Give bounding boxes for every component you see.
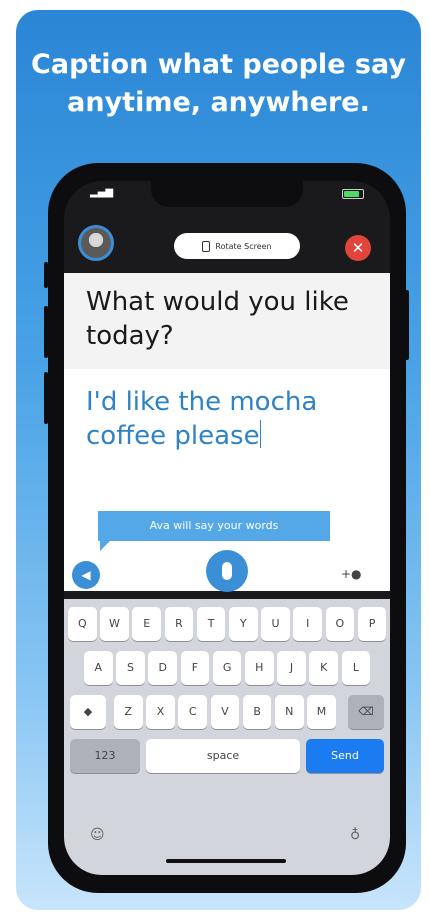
- key-i[interactable]: I: [293, 607, 322, 641]
- backspace-icon[interactable]: ⌫: [348, 695, 384, 729]
- numbers-key[interactable]: 123: [70, 739, 140, 773]
- phone-mute-switch: [44, 262, 48, 288]
- key-s[interactable]: S: [116, 651, 145, 685]
- add-user-icon[interactable]: +●: [341, 567, 362, 583]
- key-c[interactable]: C: [178, 695, 207, 729]
- phone-power-button: [405, 290, 409, 360]
- headline-line-2: anytime, anywhere.: [67, 87, 370, 118]
- notch: [151, 181, 303, 207]
- emoji-icon[interactable]: ☺: [90, 827, 105, 843]
- rotate-screen-label: Rotate Screen: [215, 241, 272, 251]
- shift-icon[interactable]: ◆: [70, 695, 106, 729]
- key-b[interactable]: B: [242, 695, 272, 729]
- headline-line-1: Caption what people say: [31, 49, 406, 80]
- speaker-icon[interactable]: ◀: [72, 561, 100, 589]
- key-u[interactable]: U: [261, 607, 290, 641]
- key-f[interactable]: F: [180, 651, 210, 685]
- microphone-icon: [222, 562, 232, 580]
- key-d[interactable]: D: [148, 651, 177, 685]
- microphone-icon[interactable]: ♁: [350, 827, 360, 843]
- key-j[interactable]: J: [277, 651, 306, 685]
- reply-input[interactable]: I'd like the mocha coffee please: [86, 385, 381, 453]
- keyboard-row-1: QWERTYUIOP: [64, 607, 390, 641]
- key-g[interactable]: G: [212, 651, 242, 685]
- reply-text: I'd like the mocha coffee please: [86, 387, 318, 451]
- key-a[interactable]: A: [84, 651, 113, 685]
- avatar[interactable]: [78, 225, 114, 261]
- key-p[interactable]: P: [357, 607, 387, 641]
- key-h[interactable]: H: [245, 651, 274, 685]
- keyboard-row-2: ASDFGHJKL: [64, 651, 390, 685]
- key-e[interactable]: E: [132, 607, 161, 641]
- rotate-icon: [202, 240, 211, 252]
- key-q[interactable]: Q: [68, 607, 97, 641]
- tooltip: Ava will say your words: [98, 511, 330, 551]
- key-t[interactable]: T: [196, 607, 226, 641]
- home-indicator: [166, 859, 286, 863]
- key-o[interactable]: O: [325, 607, 355, 641]
- close-button[interactable]: ✕: [345, 235, 371, 261]
- signal-icon: ▂▄▆: [90, 187, 114, 198]
- space-key[interactable]: space: [146, 739, 300, 773]
- headline: Caption what people say anytime, anywher…: [16, 46, 421, 122]
- text-caret: [259, 420, 262, 448]
- rotate-screen-button[interactable]: Rotate Screen: [174, 233, 300, 259]
- keyboard-row-3: ◆ ⌫ ZXCVBNM: [64, 695, 390, 729]
- key-k[interactable]: K: [309, 651, 338, 685]
- key-y[interactable]: Y: [229, 607, 258, 641]
- key-v[interactable]: V: [210, 695, 240, 729]
- key-x[interactable]: X: [146, 695, 175, 729]
- phone-volume-up: [44, 306, 48, 358]
- key-n[interactable]: N: [275, 695, 304, 729]
- caption-question-text: What would you like today?: [86, 287, 349, 351]
- battery-icon: [342, 189, 364, 199]
- phone-screen: ▂▄▆ Rotate Screen ✕ What would you like …: [64, 181, 390, 875]
- key-l[interactable]: L: [341, 651, 371, 685]
- caption-question-area: What would you like today?: [64, 273, 390, 369]
- key-m[interactable]: M: [307, 695, 336, 729]
- microphone-button[interactable]: [206, 550, 248, 592]
- key-r[interactable]: R: [164, 607, 194, 641]
- send-key[interactable]: Send: [306, 739, 384, 773]
- key-z[interactable]: Z: [114, 695, 143, 729]
- keyboard: QWERTYUIOP ASDFGHJKL ◆ ⌫ ZXCVBNM 123 spa…: [64, 599, 390, 875]
- phone-volume-down: [44, 372, 48, 424]
- key-w[interactable]: W: [100, 607, 129, 641]
- keyboard-row-4: 123 space Send: [64, 739, 390, 773]
